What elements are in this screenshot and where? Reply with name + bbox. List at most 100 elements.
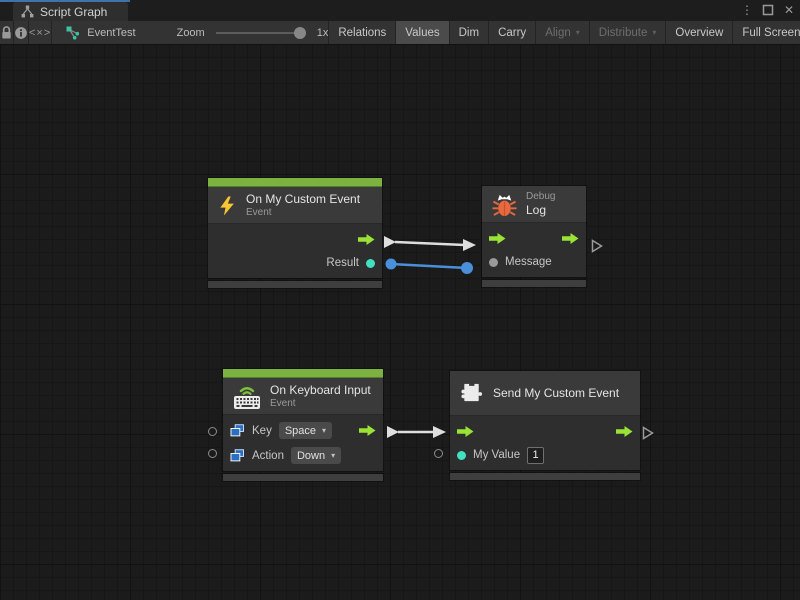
values-button[interactable]: Values: [396, 21, 449, 44]
key-dropdown-value: Space: [285, 425, 316, 437]
port-row: [489, 226, 579, 250]
unconnected-value-port-key[interactable]: [208, 427, 217, 436]
key-dropdown[interactable]: Space ▾: [279, 422, 332, 439]
port-row: Result: [215, 251, 375, 275]
graph-canvas[interactable]: [0, 44, 800, 600]
distribute-button[interactable]: Distribute▾: [590, 21, 667, 44]
node-title: Log: [526, 203, 555, 218]
my-value-input[interactable]: 1: [527, 447, 544, 464]
toolbar-main-segment: EventTest Zoom 1x: [52, 21, 329, 44]
event-node-color-bar: [223, 369, 383, 378]
node-header[interactable]: On Keyboard Input Event: [223, 378, 383, 415]
close-icon[interactable]: ✕: [782, 3, 796, 17]
node-debug-log[interactable]: Debug Log Message: [482, 186, 586, 287]
node-title: On My Custom Event: [246, 192, 360, 207]
port-label-action: Action: [252, 450, 284, 462]
node-category: Debug: [526, 191, 555, 203]
node-body: Message: [482, 223, 586, 277]
port-label-my-value: My Value: [473, 449, 520, 461]
flow-output-port[interactable]: [359, 425, 376, 436]
node-send-my-custom-event[interactable]: Send My Custom Event My Value 1: [450, 371, 640, 480]
node-footer: [482, 280, 586, 287]
tab-script-graph[interactable]: Script Graph: [13, 2, 128, 21]
overview-button[interactable]: Overview: [666, 21, 733, 44]
event-node-color-bar: [208, 178, 382, 187]
node-subtitle: Event: [270, 398, 371, 410]
graph-name: EventTest: [87, 27, 135, 39]
fullscreen-button[interactable]: Full Screen: [733, 21, 800, 44]
port-row: My Value 1: [457, 443, 633, 467]
port-label-message: Message: [505, 256, 552, 268]
unconnected-value-port-action[interactable]: [208, 449, 217, 458]
node-body: Result: [208, 224, 382, 278]
node-on-my-custom-event[interactable]: On My Custom Event Event Result: [208, 178, 382, 288]
caret-down-icon: ▾: [652, 28, 656, 37]
window-controls: ⋮ ✕: [740, 0, 796, 20]
flow-input-port[interactable]: [489, 233, 506, 244]
info-button[interactable]: [14, 21, 29, 44]
window-menu-icon[interactable]: ⋮: [740, 3, 754, 17]
graph-asset-icon: [66, 26, 80, 40]
node-header[interactable]: Debug Log: [482, 186, 586, 223]
bug-icon: [492, 192, 517, 217]
flow-output-port[interactable]: [562, 233, 579, 244]
port-label-result: Result: [326, 257, 359, 269]
port-row: Action Down ▾: [230, 443, 376, 468]
enum-icon: [230, 449, 245, 462]
lock-button[interactable]: [0, 21, 14, 44]
unconnected-value-port-my-value[interactable]: [434, 449, 443, 458]
action-dropdown[interactable]: Down ▾: [291, 447, 341, 464]
align-button[interactable]: Align▾: [536, 21, 590, 44]
code-icon: <×>: [29, 27, 51, 39]
flow-output-port[interactable]: [358, 234, 375, 245]
port-row: Key Space ▾: [230, 418, 376, 443]
zoom-value: 1x: [317, 27, 329, 39]
caret-down-icon: ▾: [331, 451, 335, 460]
node-title: Send My Custom Event: [493, 386, 619, 401]
node-footer: [223, 474, 383, 481]
title-bar: Script Graph ⋮ ✕: [0, 0, 800, 21]
dim-button[interactable]: Dim: [450, 21, 489, 44]
lock-icon: [0, 25, 13, 40]
port-label-key: Key: [252, 425, 272, 437]
node-subtitle: Event: [246, 207, 360, 219]
custom-event-icon: [460, 382, 484, 405]
flow-input-port[interactable]: [457, 426, 474, 437]
node-body: Key Space ▾ Action Down ▾: [223, 415, 383, 471]
node-body: My Value 1: [450, 416, 640, 470]
script-graph-window: Script Graph ⋮ ✕ <×>: [0, 0, 800, 600]
relations-button[interactable]: Relations: [329, 21, 396, 44]
node-footer: [208, 281, 382, 288]
code-preview-button[interactable]: <×>: [29, 21, 52, 44]
port-row: Message: [489, 250, 579, 274]
node-footer: [450, 473, 640, 480]
enum-icon: [230, 424, 245, 437]
zoom-slider[interactable]: [216, 26, 306, 40]
value-output-port-result[interactable]: [366, 259, 375, 268]
value-input-port-message[interactable]: [489, 258, 498, 267]
node-header[interactable]: Send My Custom Event: [450, 371, 640, 416]
port-row: [215, 227, 375, 251]
unconnected-flow-port-debug-log[interactable]: [591, 239, 603, 253]
value-input-port-my-value[interactable]: [457, 451, 466, 460]
graph-toolbar: <×> EventTest Zoom 1x Relations Values D…: [0, 21, 800, 44]
flow-output-port[interactable]: [616, 426, 633, 437]
caret-down-icon: ▾: [576, 28, 580, 37]
node-title: On Keyboard Input: [270, 383, 371, 398]
carry-button[interactable]: Carry: [489, 21, 536, 44]
unconnected-flow-port-send-event[interactable]: [642, 426, 654, 440]
graph-icon: [21, 5, 34, 18]
zoom-slider-track: [216, 32, 306, 34]
lightning-icon: [218, 194, 237, 218]
keyboard-icon: [233, 384, 261, 410]
node-on-keyboard-input[interactable]: On Keyboard Input Event Key Space ▾: [223, 369, 383, 481]
zoom-slider-handle[interactable]: [294, 27, 306, 39]
port-row: [457, 419, 633, 443]
maximize-icon[interactable]: [762, 4, 774, 16]
action-dropdown-value: Down: [297, 450, 325, 462]
caret-down-icon: ▾: [322, 426, 326, 435]
info-icon: [14, 26, 28, 40]
node-header[interactable]: On My Custom Event Event: [208, 187, 382, 224]
zoom-label: Zoom: [177, 27, 205, 39]
tab-title: Script Graph: [40, 5, 107, 19]
